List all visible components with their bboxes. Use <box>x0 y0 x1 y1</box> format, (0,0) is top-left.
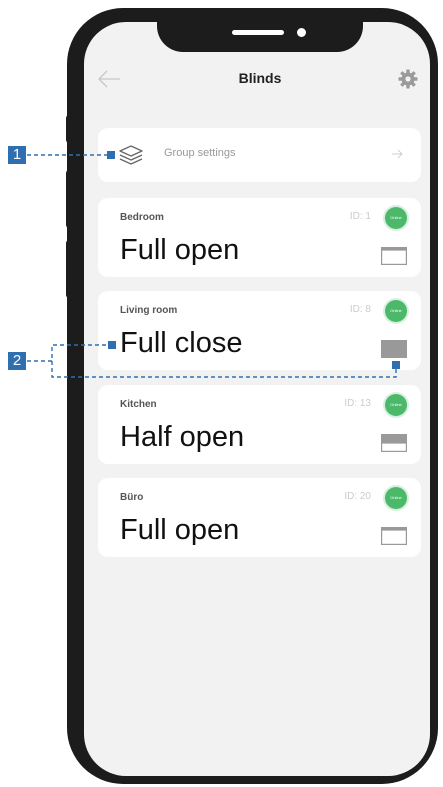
annotation-lines <box>27 151 400 378</box>
annotation-marker-1: 1 <box>8 146 26 164</box>
annotation-marker-2: 2 <box>8 352 26 370</box>
